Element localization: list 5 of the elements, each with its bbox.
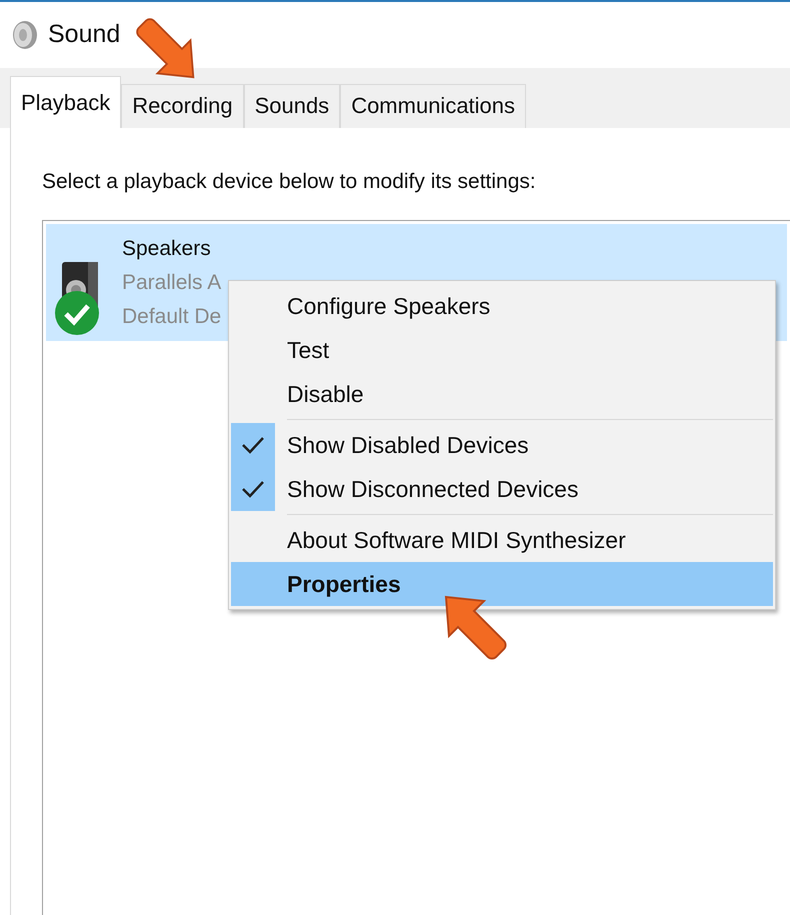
instruction-text: Select a playback device below to modify its settings:: [42, 169, 537, 195]
device-detail: Default De: [122, 304, 222, 330]
device-detail: Parallels A: [122, 270, 222, 296]
window-title: Sound: [48, 19, 120, 50]
device-name: Speakers: [122, 236, 212, 262]
